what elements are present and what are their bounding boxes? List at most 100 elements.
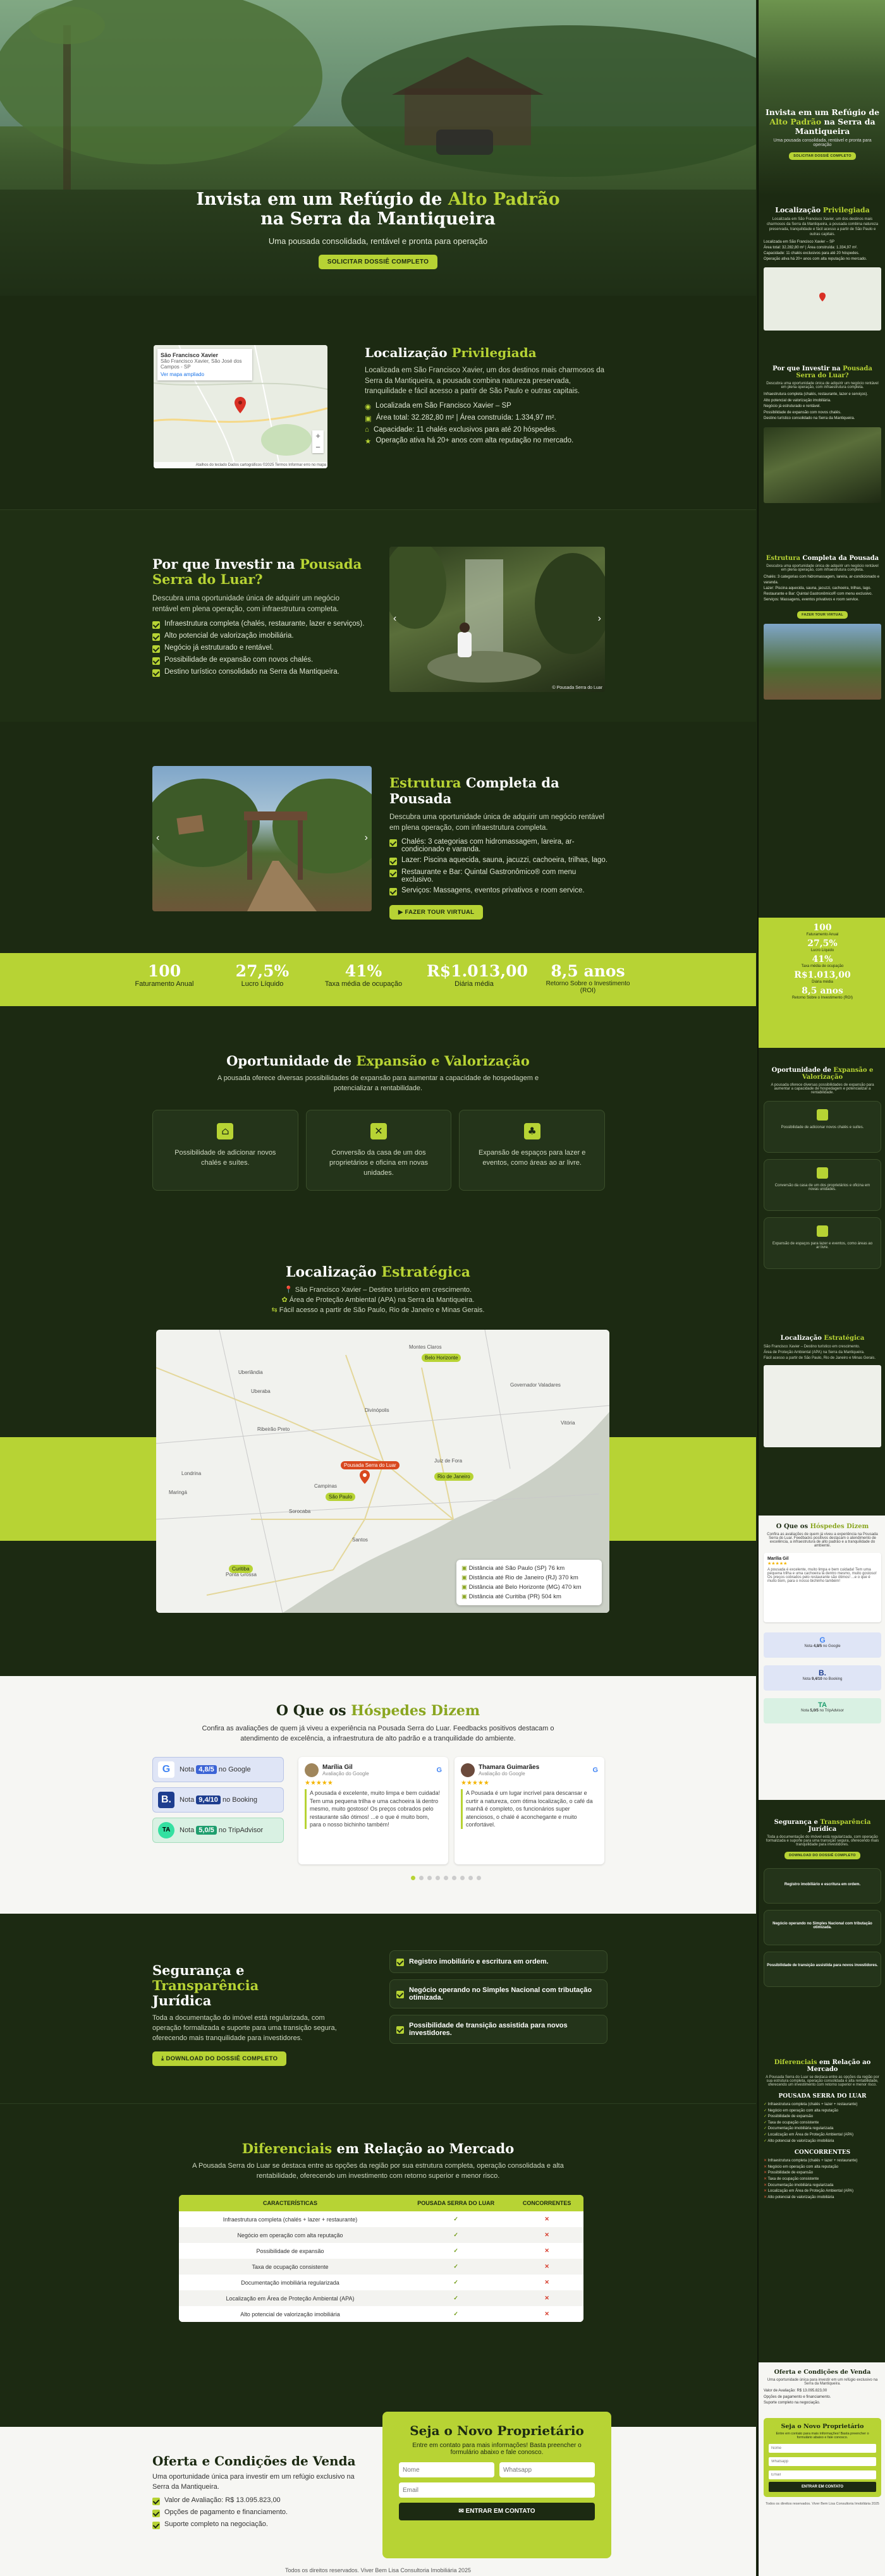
list-item: ✓ Alto potencial de valorização imobiliá…: [764, 2139, 834, 2143]
mobile-whatsapp-input[interactable]: [769, 2457, 876, 2466]
list-item: ✓ Negócio em operação com alta reputação: [764, 2108, 839, 2113]
mobile-strategic: Localização Estratégica São Francisco Xa…: [764, 1335, 881, 1447]
tools-icon: [817, 1167, 828, 1179]
email-input[interactable]: [399, 2482, 595, 2498]
stat-item: 8,5 anos Retorno Sobre o Investimento (RO…: [791, 986, 853, 1000]
mobile-submit-button[interactable]: ENTRAR EM CONTATO: [769, 2481, 876, 2492]
rating-google[interactable]: G Nota 4,8/5 no Google: [764, 1632, 881, 1658]
mobile-download-button[interactable]: DOWNLOAD DO DOSSIÊ COMPLETO: [784, 1852, 860, 1859]
feature-cell: Negócio em operação com alta reputação: [237, 2232, 343, 2239]
virtual-tour-button[interactable]: ▶ FAZER TOUR VIRTUAL: [389, 905, 484, 920]
location-map[interactable]: São Francisco Xavier São Francisco Xavie…: [154, 345, 327, 468]
no-icon: ✕: [764, 2189, 767, 2194]
map-town-label: Uberaba: [251, 1388, 271, 1394]
carousel-next-icon[interactable]: ›: [598, 613, 601, 624]
hero-cta-button[interactable]: SOLICITAR DOSSIÊ COMPLETO: [318, 255, 438, 270]
structure-text: Descubra uma oportunidade única de adqui…: [389, 813, 605, 832]
security-item: Negócio operando no Simples Nacional com…: [764, 1910, 881, 1945]
list-item: Possibilidade de expansão com novos chal…: [152, 656, 367, 665]
stat-item: 100 Faturamento Anual: [806, 923, 839, 937]
map-zoom-control[interactable]: + −: [312, 430, 324, 453]
list-item: ✓ Localização em Área de Proteção Ambien…: [764, 2132, 853, 2137]
mobile-offer: Oferta e Condições de Venda Uma oportuni…: [759, 2362, 885, 2576]
check-icon: [389, 839, 397, 848]
avatar: [461, 1763, 475, 1777]
expansion-title: Oportunidade de Expansão e Valorização: [226, 1053, 530, 1069]
carousel-next-icon[interactable]: ›: [365, 832, 368, 844]
mobile-location-map[interactable]: [764, 267, 881, 331]
route-icon: ▣: [461, 1565, 469, 1572]
no-icon: ✕: [764, 2177, 767, 2181]
check-icon: [389, 858, 397, 866]
no-icon: ✕: [544, 2263, 549, 2269]
tripadvisor-icon: TA: [158, 1822, 174, 1838]
star-rating: ★★★★★: [461, 1780, 489, 1787]
structure-section: ‹ › Estrutura Completa da Pousada Descub…: [0, 722, 756, 920]
mobile-tour-button[interactable]: FAZER TOUR VIRTUAL: [797, 611, 848, 619]
reviews-text: Confira as avaliações de quem já viveu a…: [202, 1725, 554, 1742]
mobile-diff: Diferenciais em Relação ao Mercado A Pou…: [764, 2059, 881, 2201]
map-town-label: Divinópolis: [365, 1407, 389, 1413]
map-town-label: Montes Claros: [409, 1344, 442, 1350]
name-input[interactable]: [399, 2462, 494, 2477]
table-row: Infraestrutura completa (chalés + lazer …: [179, 2211, 583, 2227]
photo-caption: © Pousada Serra do Luar: [552, 686, 603, 690]
structure-photo-carousel[interactable]: ‹ ›: [152, 766, 372, 911]
map-label-pousada: Pousada Serra do Luar: [341, 1461, 400, 1469]
feature-cell: Documentação imobiliária regularizada: [241, 2279, 339, 2286]
stat-item: 41% Taxa média de ocupação: [801, 954, 844, 968]
star-icon: ★: [365, 438, 372, 446]
security-item: Registro imobiliário e escritura em orde…: [389, 1950, 607, 1973]
rating-booking[interactable]: B. Nota 9,4/10 no Booking: [152, 1787, 284, 1813]
mobile-name-input[interactable]: [769, 2443, 876, 2453]
list-item: ✕ Localização em Área de Proteção Ambien…: [764, 2189, 853, 2194]
submit-button[interactable]: ✉ ENTRAR EM CONTATO: [399, 2503, 595, 2520]
map-label-belo-horizonte: Belo Horizonte: [422, 1354, 461, 1362]
structure-list: Chalés: 3 categorias com hidromassagem, …: [389, 838, 607, 896]
mobile-hero-cta[interactable]: SOLICITAR DOSSIÊ COMPLETO: [789, 152, 856, 160]
check-icon: [152, 657, 160, 665]
carousel-prev-icon[interactable]: ‹: [393, 613, 396, 624]
stat-item: 8,5 anos Retorno Sobre o Investimento (RO…: [546, 962, 630, 994]
rating-tripadvisor[interactable]: TA Nota 5,0/5 no TripAdvisor: [152, 1818, 284, 1843]
expansion-section: Oportunidade de Expansão e Valorização A…: [0, 1006, 756, 1237]
carousel-prev-icon[interactable]: ‹: [156, 832, 159, 844]
mobile-email-input[interactable]: [769, 2470, 876, 2479]
rating-tripadvisor[interactable]: TA Nota 5,0/5 no TripAdvisor: [764, 1698, 881, 1723]
no-icon: ✕: [764, 2195, 767, 2199]
map-enlarge-link[interactable]: Ver mapa ampliado: [161, 372, 249, 377]
tools-icon: ✕: [370, 1123, 387, 1139]
strategic-line: 📍 São Francisco Xavier – Destino turísti…: [284, 1286, 472, 1294]
hero-subtitle: Uma pousada consolidada, rentável e pron…: [268, 236, 488, 246]
booking-icon: B.: [819, 1668, 826, 1677]
mobile-contact-form: Seja o Novo Proprietário Entre em contat…: [764, 2417, 881, 2497]
download-dossier-button[interactable]: ⤓ DOWNLOAD DO DOSSIÊ COMPLETO: [152, 2051, 287, 2067]
security-text: Toda a documentação do imóvel está regul…: [152, 2014, 337, 2043]
carousel-dots[interactable]: [411, 1876, 481, 1880]
no-icon: ✕: [544, 2295, 549, 2301]
distance-item: ▣ Distância até Curitiba (PR) 504 km: [461, 1593, 561, 1600]
play-icon: ▶: [398, 909, 405, 916]
stat-item: 27,5% Lucro Líquido: [235, 962, 290, 988]
whatsapp-input[interactable]: [499, 2462, 595, 2477]
regional-map[interactable]: Uberlândia Uberaba Montes Claros Divinóp…: [156, 1330, 609, 1613]
table-row: Possibilidade de expansão ✓ ✕: [179, 2243, 583, 2259]
map-town-label: Campinas: [314, 1483, 337, 1489]
no-icon: ✕: [544, 2232, 549, 2238]
rating-booking[interactable]: B. Nota 9,4/10 no Booking: [764, 1665, 881, 1691]
mobile-entrance-photo[interactable]: [764, 624, 881, 700]
building-icon: ⌂: [217, 1123, 234, 1139]
list-item: ✓ Documentação imobiliária regularizada: [764, 2127, 834, 2131]
yes-icon: ✓: [764, 2127, 767, 2131]
hero-section: Invista em um Refúgio de Alto Padrão na …: [0, 0, 756, 296]
google-icon: G: [436, 1766, 442, 1774]
mobile-regional-map[interactable]: [764, 1365, 881, 1447]
rating-google[interactable]: G Nota 4,8/5 no Google: [152, 1757, 284, 1782]
map-town-label: Santos: [352, 1537, 368, 1543]
comparison-table-body: Infraestrutura completa (chalés + lazer …: [179, 2211, 583, 2322]
waterfall-photo-carousel[interactable]: ‹ › © Pousada Serra do Luar: [389, 547, 605, 692]
leaf-icon: ✿: [281, 1296, 290, 1304]
mobile-waterfall-photo[interactable]: [764, 427, 881, 503]
distance-item: ▣ Distância até São Paulo (SP) 76 km: [461, 1565, 565, 1572]
offer-title: Oferta e Condições de Venda: [152, 2453, 356, 2469]
